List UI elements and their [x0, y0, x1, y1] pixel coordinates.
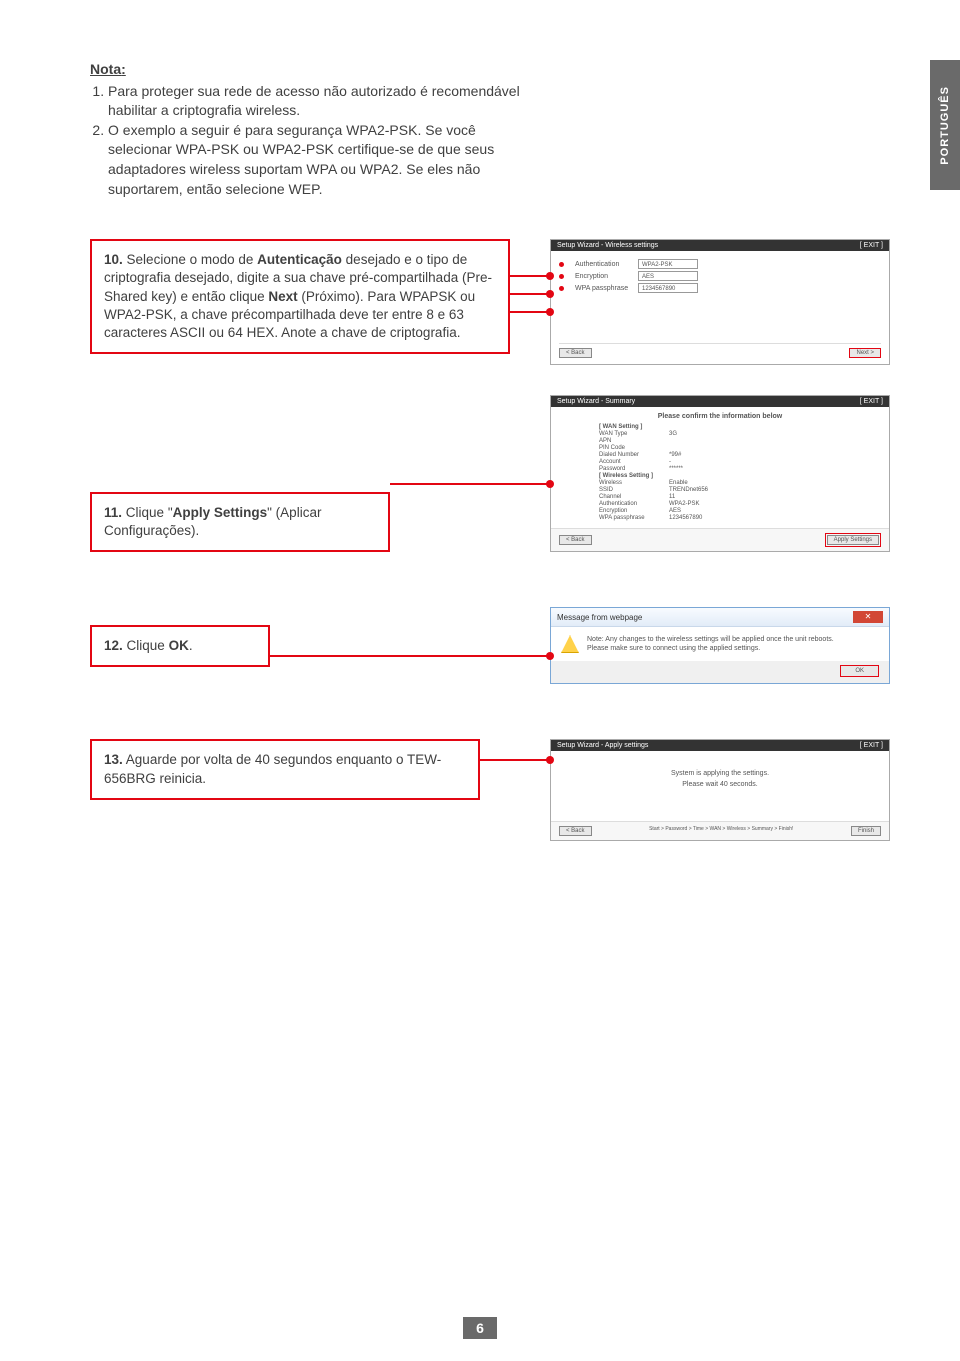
step-12-row: 12. Clique OK. Message from webpage ✕ No… — [90, 607, 890, 684]
connector-10 — [510, 275, 550, 335]
back-button[interactable]: < Back — [559, 826, 592, 836]
screenshot-summary: Setup Wizard - Summary[ EXIT ] Please co… — [550, 395, 890, 552]
next-button[interactable]: Next > — [849, 348, 881, 358]
ss13-body: System is applying the settings. Please … — [551, 751, 889, 821]
step-13-row: 13. Aguarde por volta de 40 segundos enq… — [90, 739, 890, 841]
note-item-2: O exemplo a seguir é para segurança WPA2… — [108, 121, 530, 199]
page: PORTUGUÊS Nota: Para proteger sua rede d… — [0, 0, 960, 1361]
ok-button[interactable]: OK — [840, 665, 879, 677]
screenshot-wireless-settings: Setup Wizard - Wireless settings [ EXIT … — [550, 239, 890, 365]
back-button[interactable]: < Back — [559, 348, 592, 358]
finish-button[interactable]: Finish — [851, 826, 881, 836]
ss11-header: Setup Wizard - Summary[ EXIT ] — [551, 396, 889, 407]
step-10-callout: 10. Selecione o modo de Autenticação des… — [90, 239, 510, 354]
step-10-row: 10. Selecione o modo de Autenticação des… — [90, 239, 890, 365]
apply-settings-button[interactable]: Apply Settings — [827, 535, 879, 545]
step-11-row: 11. Clique "Apply Settings" (Aplicar Con… — [90, 425, 890, 552]
step-11-callout: 11. Clique "Apply Settings" (Aplicar Con… — [90, 492, 390, 552]
step-13-callout: 13. Aguarde por volta de 40 segundos enq… — [90, 739, 480, 799]
language-tab: PORTUGUÊS — [930, 60, 960, 190]
screenshot-apply: Setup Wizard - Apply settings[ EXIT ] Sy… — [550, 739, 890, 841]
screenshot-dialog: Message from webpage ✕ Note: Any changes… — [550, 607, 890, 684]
ss11-body: Please confirm the information below [ W… — [551, 407, 889, 528]
ss13-header: Setup Wizard - Apply settings[ EXIT ] — [551, 740, 889, 751]
connector-11 — [390, 483, 550, 485]
warning-icon — [561, 635, 579, 653]
page-number: 6 — [463, 1317, 497, 1339]
dialog-footer: OK — [551, 661, 889, 683]
note-body: Para proteger sua rede de acesso não aut… — [90, 82, 530, 200]
connector-13 — [480, 759, 550, 761]
ss10-body: AuthenticationWPA2-PSK EncryptionAES WPA… — [551, 251, 889, 364]
language-tab-label: PORTUGUÊS — [939, 86, 951, 165]
ss13-nav: < Back Start > Password > Time > WAN > W… — [551, 821, 889, 840]
ss10-header: Setup Wizard - Wireless settings [ EXIT … — [551, 240, 889, 251]
step-12-callout: 12. Clique OK. — [90, 625, 270, 667]
note-item-1: Para proteger sua rede de acesso não aut… — [108, 82, 530, 121]
dialog-body: Note: Any changes to the wireless settin… — [551, 627, 889, 661]
back-button[interactable]: < Back — [559, 535, 592, 545]
connector-12 — [270, 655, 550, 657]
note-title: Nota: — [90, 61, 126, 77]
dialog-title: Message from webpage ✕ — [551, 608, 889, 627]
close-icon[interactable]: ✕ — [853, 611, 883, 623]
note-section: Nota: Para proteger sua rede de acesso n… — [90, 60, 530, 199]
